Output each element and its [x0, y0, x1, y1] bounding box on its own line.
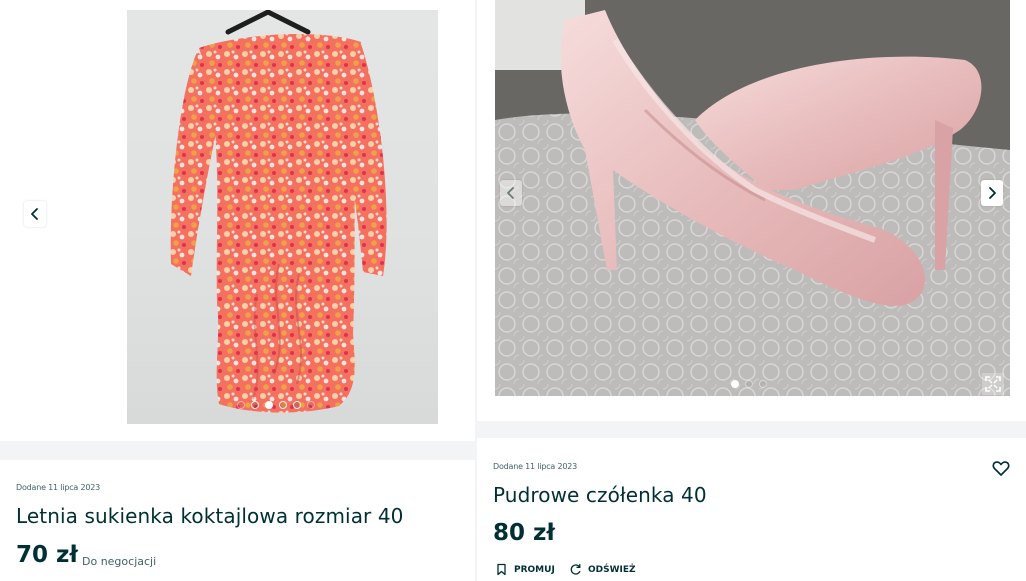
- listing-2-info: Dodane 11 lipca 2023 Pudrowe czółenka 40…: [477, 438, 1026, 581]
- listings-page: Dodane 11 lipca 2023 Letnia sukienka kok…: [0, 0, 1026, 581]
- listing-2-price: 80 zł: [493, 520, 555, 546]
- gallery-dot[interactable]: [745, 380, 753, 388]
- separator: [477, 421, 1026, 438]
- refresh-label: ODŚWIEŻ: [588, 564, 636, 575]
- gallery-dot-active[interactable]: [731, 380, 739, 388]
- chevron-left-icon: [31, 208, 38, 220]
- promote-button[interactable]: PROMUJ: [495, 563, 555, 576]
- listing-2-gallery-dots: [731, 380, 767, 388]
- bookmark-icon: [497, 563, 506, 576]
- listing-1-added-date: Dodane 11 lipca 2023: [16, 483, 101, 492]
- listing-2-next-button[interactable]: [981, 180, 1003, 206]
- listing-2-title[interactable]: Pudrowe czółenka 40: [493, 483, 707, 507]
- pink-heels-icon: [495, 0, 1010, 396]
- gallery-dot[interactable]: [759, 380, 767, 388]
- gallery-dot[interactable]: [307, 401, 315, 409]
- gallery-dot[interactable]: [251, 401, 259, 409]
- listing-1-negotiable-label: Do negocjacji: [82, 555, 157, 568]
- listing-1-info: Dodane 11 lipca 2023 Letnia sukienka kok…: [0, 460, 475, 581]
- gallery-dot-active[interactable]: [265, 401, 273, 409]
- listing-1-gallery-dots: [237, 401, 315, 409]
- listing-1-gallery: [0, 0, 475, 441]
- fullscreen-button[interactable]: [982, 373, 1004, 395]
- listing-2-prev-button[interactable]: [500, 180, 522, 206]
- chevron-right-icon: [989, 187, 996, 199]
- listing-2-added-date: Dodane 11 lipca 2023: [493, 462, 578, 471]
- gallery-dot[interactable]: [237, 401, 245, 409]
- listing-1-photo[interactable]: [127, 10, 438, 424]
- gallery-dot[interactable]: [279, 401, 287, 409]
- refresh-icon: [570, 563, 581, 575]
- listing-1-price: 70 zł: [16, 542, 78, 568]
- expand-icon: [985, 376, 1001, 392]
- gallery-dot[interactable]: [293, 401, 301, 409]
- refresh-button[interactable]: ODŚWIEŻ: [569, 563, 636, 576]
- listing-1-prev-button[interactable]: [24, 201, 46, 227]
- floral-dress-icon: [170, 34, 387, 413]
- listing-2-gallery: [477, 0, 1026, 421]
- promote-label: PROMUJ: [514, 564, 555, 575]
- heart-icon[interactable]: [991, 458, 1011, 478]
- listing-1-title[interactable]: Letnia sukienka koktajlowa rozmiar 40: [16, 504, 404, 528]
- separator: [0, 441, 475, 460]
- listing-2-photo[interactable]: [495, 0, 1010, 396]
- chevron-left-icon: [507, 187, 514, 199]
